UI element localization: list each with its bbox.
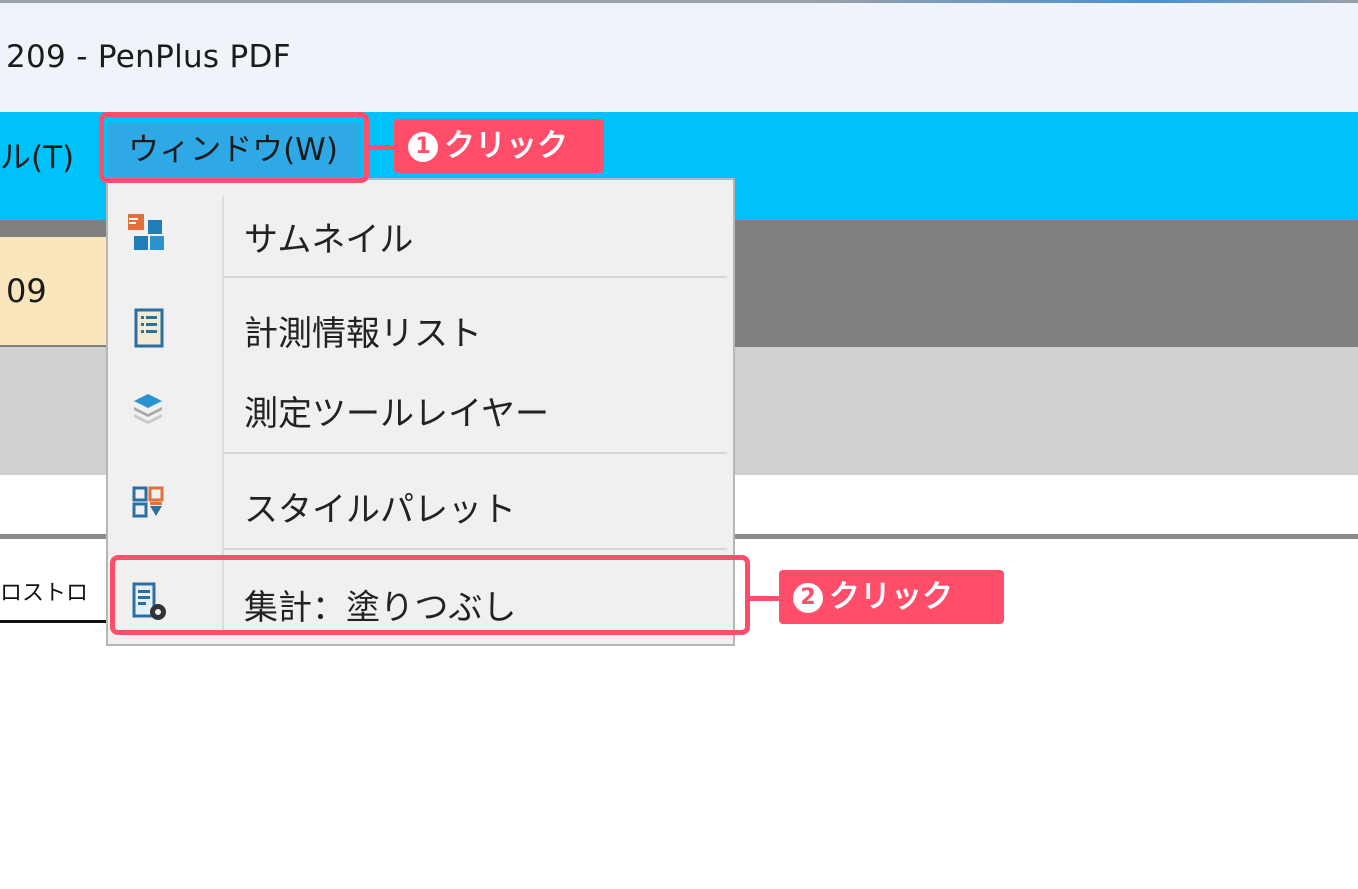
thumbnail-icon: [126, 212, 170, 256]
menu-item-label: 測定ツールレイヤー: [244, 394, 549, 434]
menu-item-thumbnail[interactable]: サムネイル: [108, 198, 733, 268]
title-bar: 209 - PenPlus PDF: [0, 3, 1358, 112]
callout-connector: [369, 145, 395, 150]
menu-item-style-palette[interactable]: スタイルパレット: [108, 468, 733, 538]
callout-text: クリック: [829, 579, 953, 615]
callout-step-1: 1 クリック: [394, 119, 604, 173]
layers-icon: [126, 386, 170, 430]
menu-item-label: サムネイル: [244, 220, 414, 260]
callout-step-2: 2 クリック: [779, 570, 1004, 624]
menu-item-measure-tool-layer[interactable]: 測定ツールレイヤー: [108, 372, 733, 442]
menu-item-label: 計測情報リスト: [244, 314, 482, 354]
style-palette-icon: [126, 482, 170, 526]
menu-item-label: スタイルパレット: [244, 490, 516, 530]
menu-tools[interactable]: ル(T): [0, 132, 74, 177]
document-tab[interactable]: 09: [0, 237, 108, 345]
callout-connector: [750, 596, 780, 601]
highlight-window-menu: [99, 112, 369, 183]
step-number: 2: [793, 583, 823, 613]
window-title: 209 - PenPlus PDF: [6, 39, 291, 75]
step-number: 1: [408, 132, 438, 162]
lower-tab[interactable]: ロストロ: [0, 568, 110, 623]
callout-text: クリック: [444, 128, 568, 164]
menu-item-measurement-list[interactable]: 計測情報リスト: [108, 292, 733, 362]
measurement-list-icon: [126, 306, 170, 350]
highlight-aggregate-fill: [110, 555, 750, 635]
menu-separator: [224, 548, 727, 550]
menu-separator: [224, 276, 727, 278]
menu-separator: [224, 452, 727, 454]
